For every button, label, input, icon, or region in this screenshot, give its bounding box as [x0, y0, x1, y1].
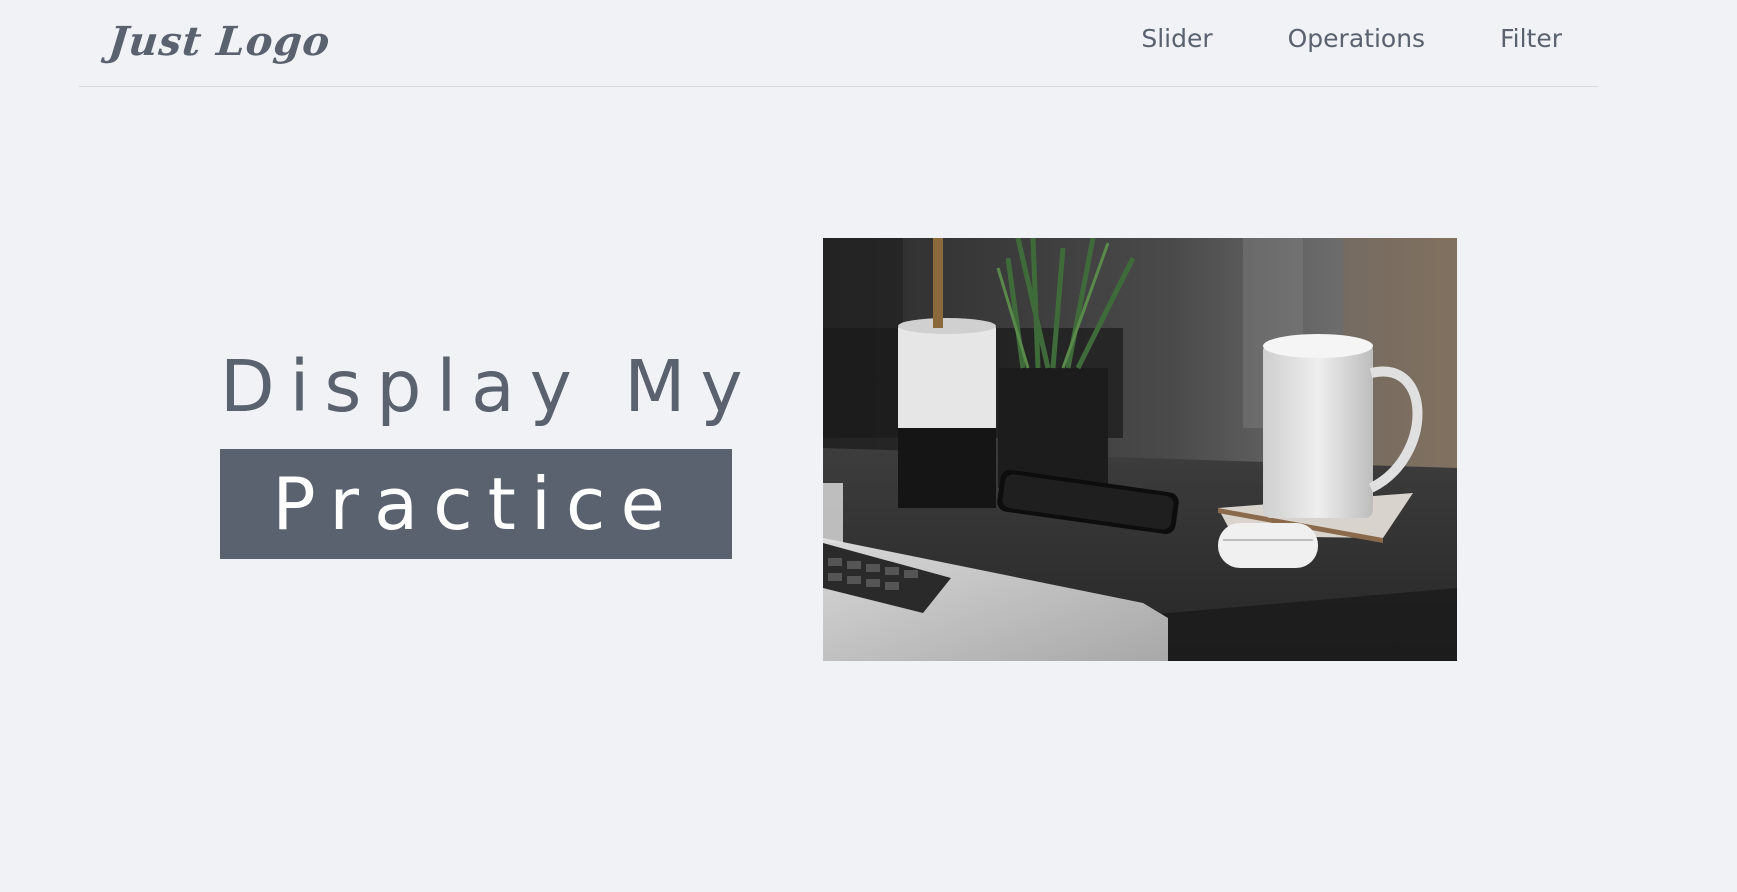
logo[interactable]: Just Logo — [107, 18, 333, 65]
desk-photo-illustration — [823, 238, 1457, 661]
nav-link-operations[interactable]: Operations — [1288, 24, 1425, 53]
nav-link-filter[interactable]: Filter — [1500, 24, 1562, 53]
site-header: Just Logo Slider Operations Filter — [79, 0, 1598, 87]
hero-image — [823, 238, 1457, 661]
hero-highlight-badge: Practice — [220, 449, 732, 559]
hero-title: Display My — [220, 345, 758, 428]
nav-link-slider[interactable]: Slider — [1141, 24, 1212, 53]
main-nav: Slider Operations Filter — [1141, 24, 1562, 53]
